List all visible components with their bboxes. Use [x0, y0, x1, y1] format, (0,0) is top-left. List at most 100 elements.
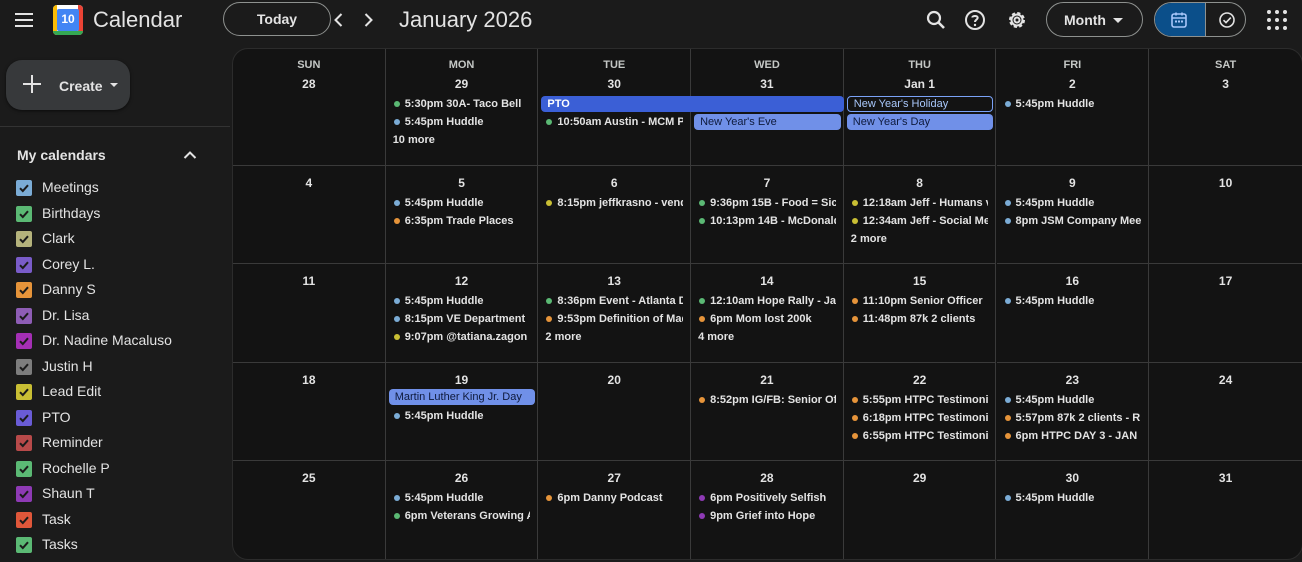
calendar-view-button[interactable] [1155, 3, 1205, 36]
help-button[interactable] [963, 8, 987, 32]
event-item[interactable]: 5:45pm Huddle [392, 292, 531, 310]
day-number[interactable]: 12 [386, 274, 538, 288]
day-number[interactable]: 9 [997, 176, 1149, 190]
day-cell[interactable]: SUN 28 [233, 49, 386, 166]
day-number[interactable]: 11 [233, 274, 385, 288]
calendar-item[interactable]: Danny S [16, 278, 216, 304]
calendar-checkbox[interactable] [16, 358, 32, 375]
my-calendars-header[interactable]: My calendars [17, 147, 106, 163]
day-number[interactable]: 24 [1149, 373, 1302, 387]
event-item[interactable]: 6pm Veterans Growing A [392, 507, 530, 525]
event-item[interactable]: 5:45pm Huddle [392, 194, 531, 212]
main-menu-icon[interactable] [12, 8, 36, 32]
event-item[interactable]: 12:34am Jeff - Social Media [850, 212, 988, 230]
calendar-item[interactable]: Lead Edit [16, 380, 216, 406]
view-select-dropdown[interactable]: Month [1046, 2, 1143, 37]
event-item[interactable]: 6pm Danny Podcast [544, 489, 683, 507]
search-button[interactable] [924, 8, 948, 32]
calendar-item[interactable]: Clark [16, 227, 216, 253]
day-number[interactable]: 30 [997, 471, 1149, 485]
apps-grid-icon[interactable] [1266, 9, 1288, 31]
day-number[interactable]: 4 [233, 176, 385, 190]
day-cell[interactable]: 25 [233, 461, 386, 559]
day-cell[interactable]: 24 [1149, 363, 1302, 461]
day-number[interactable]: 20 [538, 373, 690, 387]
calendar-item[interactable]: Meetings [16, 176, 216, 202]
day-number[interactable]: 23 [997, 373, 1149, 387]
calendar-logo-icon[interactable]: 10 [53, 5, 83, 35]
calendar-checkbox[interactable] [16, 256, 32, 273]
event-item[interactable]: 9:07pm @tatiana.zagon [392, 328, 531, 346]
previous-period-button[interactable] [327, 8, 351, 32]
day-number[interactable]: 25 [233, 471, 385, 485]
calendar-checkbox[interactable] [16, 180, 32, 196]
event-item[interactable]: 5:45pm Huddle [392, 407, 531, 425]
day-number[interactable]: 29 [844, 471, 996, 485]
calendar-item[interactable]: Justin H [16, 355, 216, 381]
day-number[interactable]: 28 [233, 77, 385, 91]
event-item[interactable]: 9:53pm Definition of Mad [544, 310, 683, 328]
event-item[interactable]: 8pm JSM Company Meeting [1003, 212, 1141, 230]
day-number[interactable]: 28 [691, 471, 843, 485]
day-cell[interactable]: 5 5:45pm Huddle 6:35pm Trade Places [385, 166, 539, 264]
calendar-item[interactable]: Corey L. [16, 253, 216, 279]
day-number[interactable]: 31 [1149, 471, 1302, 485]
tasks-view-button[interactable] [1205, 3, 1245, 36]
day-cell[interactable]: 10 [1149, 166, 1302, 264]
event-item[interactable]: 8:15pm jeffkrasno - vendor [544, 194, 683, 212]
day-cell[interactable]: 23 5:45pm Huddle 5:57pm 87k 2 clients - R 6… [996, 363, 1150, 461]
calendar-checkbox[interactable] [16, 333, 32, 349]
event-item[interactable]: 5:55pm HTPC Testimonial [850, 391, 988, 409]
calendar-checkbox[interactable] [16, 409, 32, 426]
day-number[interactable]: 27 [538, 471, 690, 485]
day-cell[interactable]: 8 12:18am Jeff - Humans vs 12:34am Jeff - … [843, 166, 997, 264]
more-events-link[interactable]: 4 more [698, 328, 734, 346]
day-cell[interactable]: 28 6pm Positively Selfish 9pm Grief into H… [691, 461, 844, 559]
event-item[interactable]: 5:45pm Huddle [392, 113, 531, 131]
event-item[interactable]: 11:48pm 87k 2 clients [850, 310, 989, 328]
day-number[interactable]: 31 [691, 77, 843, 91]
event-item[interactable]: 9:36pm 15B - Food = Sick [697, 194, 836, 212]
day-number[interactable]: 19 [386, 373, 538, 387]
day-cell[interactable]: 11 [233, 264, 386, 363]
calendar-checkbox[interactable] [16, 511, 32, 528]
event-item[interactable]: 11:10pm Senior Officer [850, 292, 989, 310]
calendar-checkbox[interactable] [16, 460, 32, 477]
day-cell[interactable]: 31 [1149, 461, 1302, 559]
more-events-link[interactable]: 10 more [393, 131, 435, 149]
day-number[interactable]: 21 [691, 373, 843, 387]
day-cell[interactable]: 21 8:52pm IG/FB: Senior Of [691, 363, 844, 461]
next-period-button[interactable] [356, 8, 380, 32]
calendar-checkbox[interactable] [16, 231, 32, 247]
day-cell[interactable]: SAT 3 [1149, 49, 1302, 166]
event-item[interactable]: 12:10am Hope Rally - Jan [697, 292, 836, 310]
calendar-checkbox[interactable] [16, 282, 32, 298]
more-events-link[interactable]: 2 more [851, 230, 887, 248]
day-cell[interactable]: 30 5:45pm Huddle [997, 461, 1150, 559]
day-cell[interactable]: 4 [233, 166, 386, 264]
day-cell[interactable]: 7 9:36pm 15B - Food = Sick 10:13pm 14B - M… [691, 166, 844, 264]
event-item[interactable]: 10:50am Austin - MCM Po [544, 113, 683, 131]
event-item[interactable]: 6pm HTPC DAY 3 - JAN [1003, 427, 1142, 445]
settings-button[interactable] [1005, 8, 1029, 32]
calendar-item[interactable]: Birthdays [16, 202, 216, 228]
event-item[interactable]: 6pm Positively Selfish [697, 489, 836, 507]
day-cell[interactable]: 6 8:15pm jeffkrasno - vendor [538, 166, 692, 264]
event-item[interactable]: 5:45pm Huddle [1003, 95, 1142, 113]
calendar-checkbox[interactable] [16, 435, 32, 451]
event-item[interactable]: 6:35pm Trade Places [392, 212, 531, 230]
day-cell[interactable]: 15 11:10pm Senior Officer 11:48pm 87k 2 cl… [843, 264, 997, 363]
calendar-item[interactable]: Reminder [16, 431, 216, 457]
day-number[interactable]: 6 [538, 176, 690, 190]
more-events-link[interactable]: 2 more [545, 328, 581, 346]
day-cell[interactable]: 16 5:45pm Huddle [996, 264, 1150, 363]
app-title[interactable]: Calendar [93, 7, 182, 33]
event-item[interactable]: 9pm Grief into Hope [697, 507, 836, 525]
day-cell[interactable]: 17 [1149, 264, 1302, 363]
event-item[interactable]: 5:45pm Huddle [1003, 391, 1142, 409]
day-cell[interactable]: 29 [844, 461, 997, 559]
day-cell[interactable]: MON 29 5:30pm 30A- Taco Bell 5:45pm Huddle 1… [385, 49, 539, 166]
calendar-item[interactable]: Shaun T [16, 482, 216, 508]
day-cell[interactable]: 27 6pm Danny Podcast [538, 461, 692, 559]
day-number[interactable]: Jan 1 [844, 77, 996, 91]
